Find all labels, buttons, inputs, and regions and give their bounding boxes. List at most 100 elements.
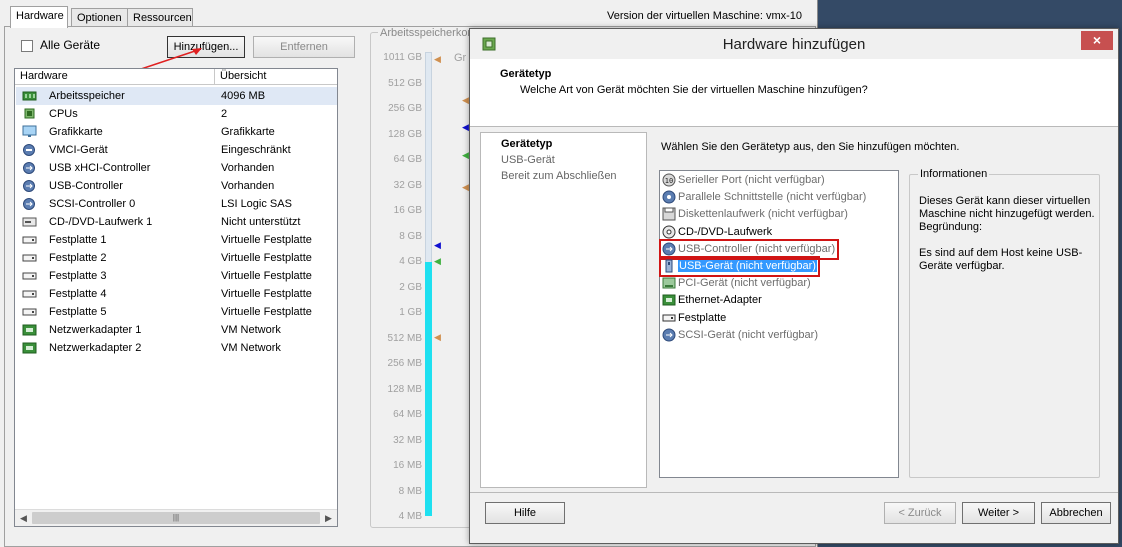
usb-icon: [23, 180, 35, 192]
horizontal-scrollbar[interactable]: ◀ ||| ▶: [15, 509, 337, 526]
hardware-row[interactable]: CPUs 2: [16, 105, 337, 123]
disk-icon: [22, 254, 37, 262]
memory-scale-label: 8 GB: [399, 230, 422, 242]
header-subtitle: Welche Art von Gerät möchten Sie der vir…: [520, 84, 868, 96]
hardware-summary: LSI Logic SAS: [221, 198, 292, 210]
hardware-row[interactable]: Festplatte 3 Virtuelle Festplatte: [16, 267, 337, 285]
back-button[interactable]: < Zurück: [884, 502, 956, 524]
remove-button[interactable]: Entfernen: [253, 36, 355, 58]
hardware-list-header: Hardware Übersicht: [15, 69, 337, 85]
dialog-body: Gerätetyp USB-Gerät Bereit zum Abschließ…: [470, 127, 1118, 492]
device-type-item[interactable]: USB-Gerät (nicht verfügbar): [659, 256, 820, 277]
vm-version-label: Version der virtuellen Maschine: vmx-10: [607, 10, 803, 22]
hardware-row[interactable]: USB xHCI-Controller Vorhanden: [16, 159, 337, 177]
cd-icon: [22, 217, 37, 227]
memory-marker-icon: ◀: [434, 256, 441, 266]
hardware-row[interactable]: Festplatte 4 Virtuelle Festplatte: [16, 285, 337, 303]
scsi-icon: [23, 198, 35, 210]
cancel-button[interactable]: Abbrechen: [1041, 502, 1111, 524]
memory-scale-label: 32 MB: [393, 434, 422, 446]
hardware-name: Grafikkarte: [49, 126, 103, 138]
device-type-label: PCI-Gerät (nicht verfügbar): [678, 277, 811, 290]
step-ready-to-complete[interactable]: Bereit zum Abschließen: [501, 170, 617, 182]
memory-scale-label: 256 MB: [387, 358, 422, 369]
information-text: Dieses Gerät kann dieser virtuellen Masc…: [919, 195, 1095, 272]
device-type-label: Serieller Port (nicht verfügbar): [678, 174, 825, 186]
memory-marker-icon: ◀: [462, 150, 469, 160]
device-type-label: USB-Gerät (nicht verfügbar): [678, 260, 817, 272]
device-type-label: SCSI-Gerät (nicht verfügbar): [678, 328, 818, 341]
memory-icon: [22, 91, 37, 101]
nic-icon: [22, 342, 37, 354]
hardware-summary: Virtuelle Festplatte: [221, 234, 312, 246]
hardware-name: Netzwerkadapter 2: [49, 342, 142, 354]
memory-slider-fill: [425, 262, 432, 516]
tab-resources[interactable]: Ressourcen: [127, 8, 193, 27]
close-button[interactable]: ×: [1081, 31, 1113, 50]
cpu-icon: [24, 108, 35, 119]
hardware-name: Festplatte 1: [49, 234, 107, 246]
hardware-name: CPUs: [49, 108, 78, 120]
scroll-right-icon[interactable]: ▶: [320, 510, 337, 526]
memory-scale-label: 2 GB: [399, 281, 422, 293]
step-device-type[interactable]: Gerätetyp: [501, 138, 552, 150]
monitor-icon: [22, 125, 37, 137]
hardware-row[interactable]: USB-Controller Vorhanden: [16, 177, 337, 195]
nic-icon: [22, 324, 37, 336]
hardware-name: USB-Controller: [49, 180, 123, 192]
memory-marker-icon: ◀: [434, 54, 441, 64]
disk-icon: [22, 236, 37, 244]
dialog-header: Gerätetyp Welche Art von Gerät möchten S…: [470, 59, 1118, 127]
device-type-label: Ethernet-Adapter: [678, 294, 762, 307]
hardware-summary: Virtuelle Festplatte: [221, 252, 312, 264]
serial-port-icon: 10: [662, 173, 676, 187]
memory-scale-label: 512 GB: [388, 77, 422, 89]
memory-scale-label: 1 GB: [399, 307, 422, 318]
hardware-summary: Vorhanden: [221, 180, 275, 192]
scroll-left-icon[interactable]: ◀: [15, 510, 32, 526]
hardware-name: Festplatte 5: [49, 306, 107, 318]
disk-icon: [22, 290, 37, 298]
step-usb-device[interactable]: USB-Gerät: [501, 154, 555, 166]
all-devices-label: Alle Geräte: [40, 38, 101, 52]
next-button[interactable]: Weiter >: [962, 502, 1035, 524]
hardware-summary: Vorhanden: [221, 162, 275, 174]
memory-marker-icon: ◀: [462, 182, 469, 192]
hardware-row[interactable]: Festplatte 1 Virtuelle Festplatte: [16, 231, 337, 249]
tab-hardware[interactable]: Hardware: [10, 6, 68, 28]
hardware-summary: Eingeschränkt: [221, 144, 291, 156]
dialog-titlebar: Hardware hinzufügen ×: [470, 29, 1118, 59]
scrollbar-thumb[interactable]: |||: [32, 512, 320, 524]
hardware-row[interactable]: SCSI-Controller 0 LSI Logic SAS: [16, 195, 337, 213]
hardware-name: Festplatte 4: [49, 288, 107, 300]
hardware-row[interactable]: Arbeitsspeicher 4096 MB: [16, 87, 337, 105]
wizard-steps: Gerätetyp USB-Gerät Bereit zum Abschließ…: [480, 132, 647, 488]
hardware-row[interactable]: VMCI-Gerät Eingeschränkt: [16, 141, 337, 159]
hardware-row[interactable]: Grafikkarte Grafikkarte: [16, 123, 337, 141]
help-button[interactable]: Hilfe: [485, 502, 565, 524]
memory-marker-icon: ◀: [462, 122, 469, 132]
memory-scale-label: 128 GB: [388, 128, 422, 140]
hardware-summary: 2: [221, 108, 228, 120]
hardware-list[interactable]: Hardware Übersicht Arbeitsspeicher 4096 M…: [14, 68, 338, 527]
column-header-hardware[interactable]: Hardware: [20, 70, 68, 82]
memory-scale-label: 16 MB: [393, 460, 422, 471]
all-devices-checkbox[interactable]: [21, 40, 33, 52]
hardware-summary: VM Network: [221, 324, 281, 336]
hardware-row[interactable]: Festplatte 2 Virtuelle Festplatte: [16, 249, 337, 267]
usb-icon: [23, 162, 35, 174]
device-type-list[interactable]: 10 Serieller Port (nicht verfügbar) Parall…: [659, 170, 899, 478]
information-caption: Informationen: [918, 168, 990, 180]
device-type-item[interactable]: USB-Controller (nicht verfügbar): [659, 238, 839, 260]
column-header-summary[interactable]: Übersicht: [220, 70, 266, 82]
device-type-label: Diskettenlaufwerk (nicht verfügbar): [678, 208, 848, 221]
hardware-name: Netzwerkadapter 1: [49, 324, 142, 336]
header-title: Gerätetyp: [500, 68, 552, 80]
add-hardware-dialog: Hardware hinzufügen × Gerätetyp Welche A…: [469, 28, 1119, 544]
hardware-row[interactable]: Netzwerkadapter 1 VM Network: [16, 321, 337, 339]
tab-options[interactable]: Optionen: [71, 8, 134, 27]
hardware-row[interactable]: CD-/DVD-Laufwerk 1 Nicht unterstützt: [16, 213, 337, 231]
hardware-row[interactable]: Netzwerkadapter 2 VM Network: [16, 339, 337, 357]
hardware-row[interactable]: Festplatte 5 Virtuelle Festplatte: [16, 303, 337, 321]
ethernet-icon: [662, 294, 676, 306]
